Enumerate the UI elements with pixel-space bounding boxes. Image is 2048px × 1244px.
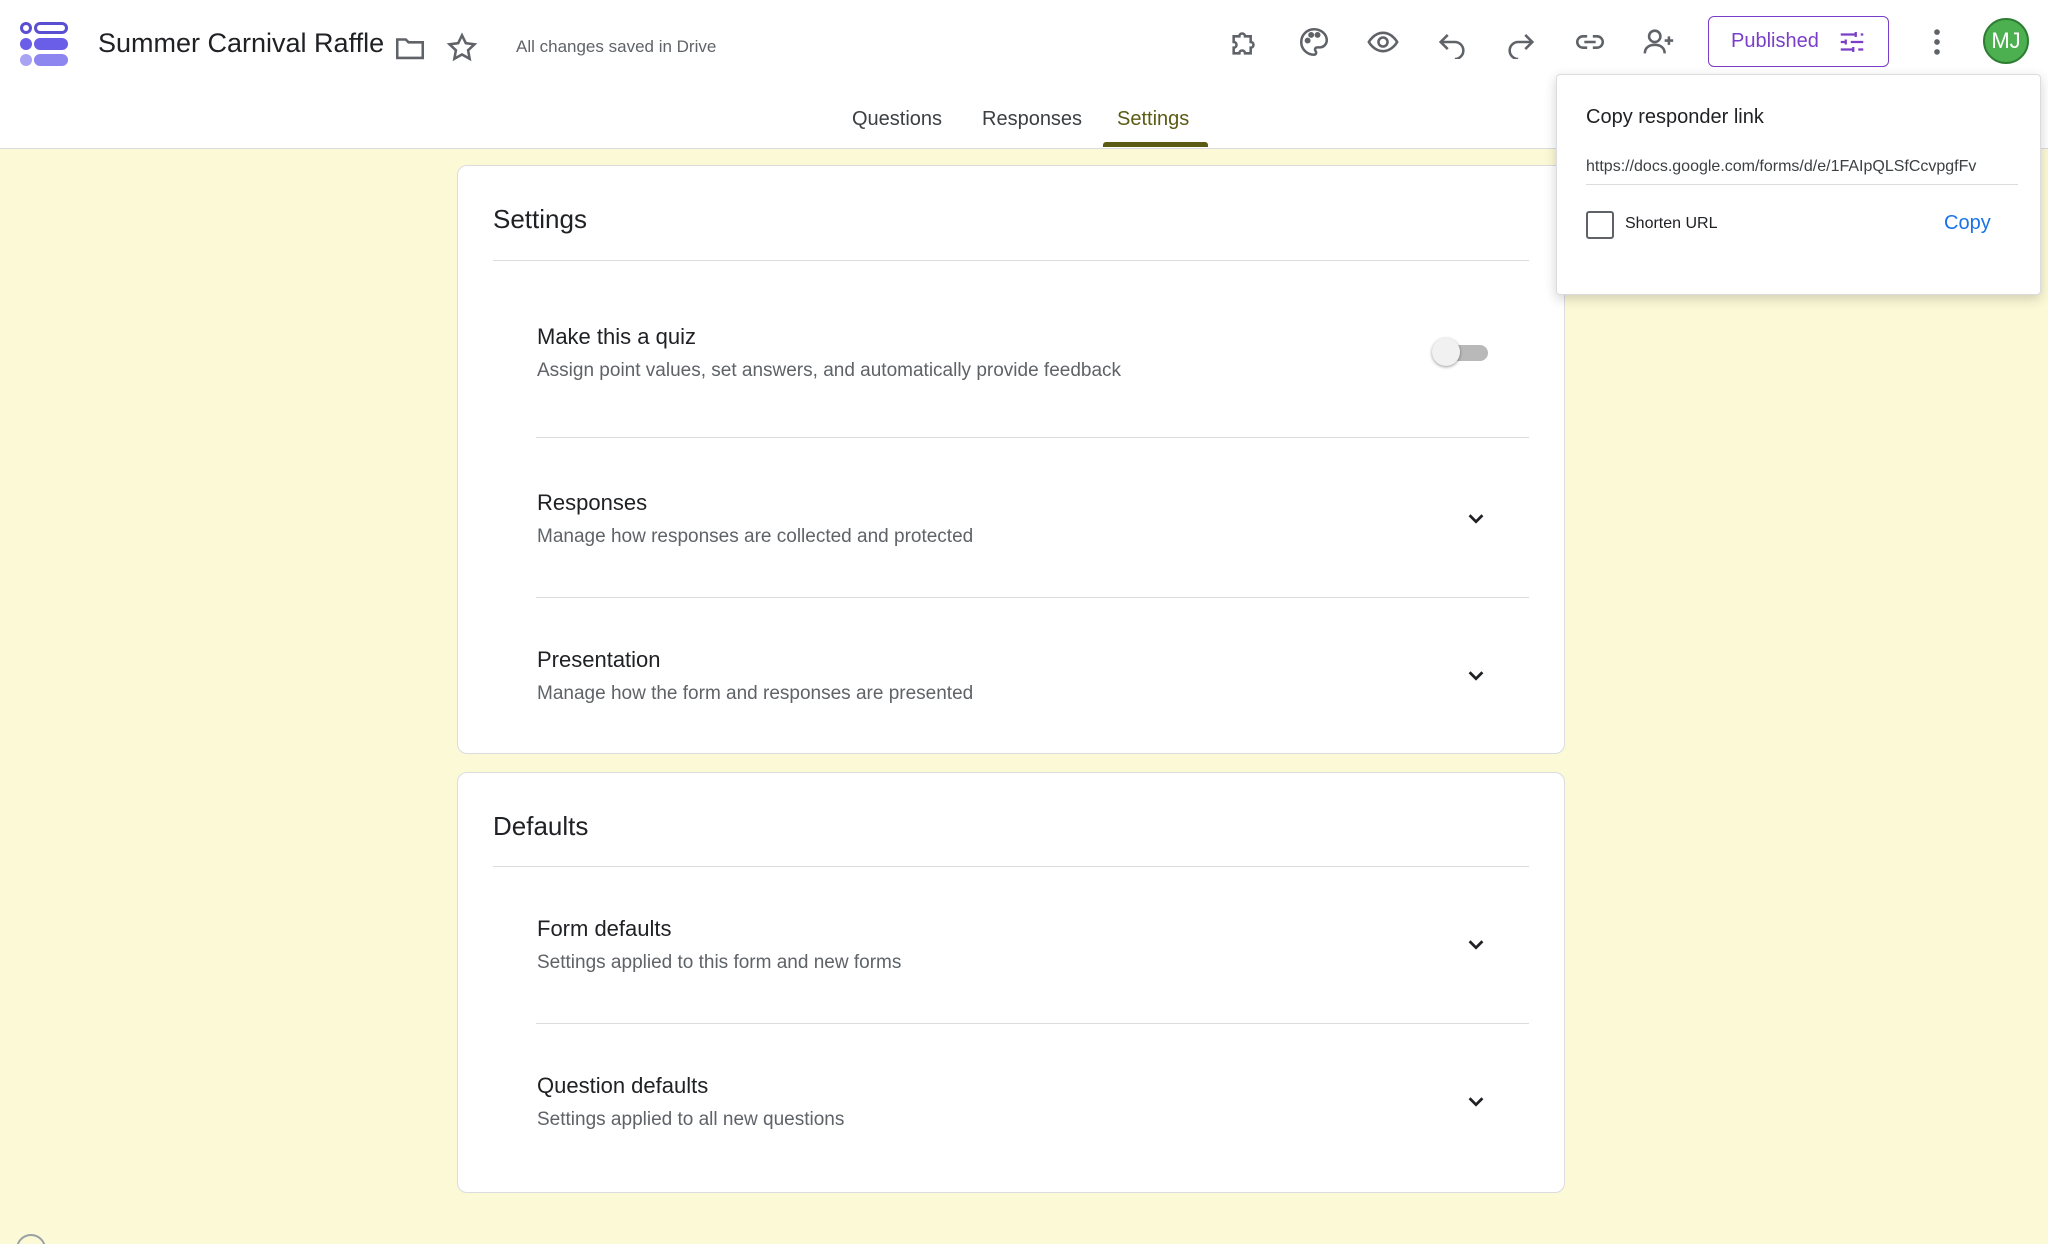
form-defaults-row-title: Form defaults	[537, 916, 672, 941]
avatar[interactable]: MJ	[1983, 18, 2029, 64]
shorten-url-label: Shorten URL	[1625, 215, 1718, 232]
tab-responses[interactable]: Responses	[982, 108, 1082, 131]
copy-button[interactable]: Copy	[1944, 212, 1991, 235]
forms-logo-icon[interactable]	[20, 20, 70, 70]
settings-card-title: Settings	[493, 204, 587, 234]
folder-icon[interactable]	[388, 26, 432, 70]
form-defaults-row-subtitle: Settings applied to this form and new fo…	[537, 952, 902, 973]
responder-link-field[interactable]: https://docs.google.com/forms/d/e/1FAIpQ…	[1586, 158, 2018, 185]
divider	[493, 260, 1529, 261]
tune-sliders-icon	[1840, 31, 1864, 52]
divider	[493, 866, 1529, 867]
chevron-down-icon[interactable]	[1456, 924, 1496, 964]
responses-row-subtitle: Manage how responses are collected and p…	[537, 526, 974, 547]
undo-icon[interactable]	[1430, 20, 1474, 64]
question-defaults-row-subtitle: Settings applied to all new questions	[537, 1109, 845, 1130]
chevron-down-icon[interactable]	[1456, 1081, 1496, 1121]
redo-icon[interactable]	[1499, 20, 1543, 64]
document-title[interactable]: Summer Carnival Raffle	[98, 28, 384, 59]
presentation-row-subtitle: Manage how the form and responses are pr…	[537, 683, 974, 704]
popup-title: Copy responder link	[1586, 106, 1764, 128]
settings-card: Settings Make this a quiz Assign point v…	[457, 165, 1565, 754]
divider	[536, 1023, 1529, 1024]
divider	[536, 437, 1529, 438]
add-collaborator-icon[interactable]	[1637, 20, 1681, 64]
save-status: All changes saved in Drive	[516, 37, 717, 56]
palette-icon[interactable]	[1292, 20, 1336, 64]
copy-link-popup: Copy responder link https://docs.google.…	[1556, 74, 2041, 295]
preview-eye-icon[interactable]	[1361, 20, 1405, 64]
chevron-down-icon[interactable]	[1456, 655, 1496, 695]
defaults-card: Defaults Form defaults Settings applied …	[457, 772, 1565, 1193]
defaults-card-title: Defaults	[493, 811, 589, 841]
tab-questions[interactable]: Questions	[852, 108, 942, 131]
divider	[536, 597, 1529, 598]
link-icon[interactable]	[1568, 20, 1612, 64]
presentation-row-title: Presentation	[537, 647, 661, 672]
quiz-toggle[interactable]	[1432, 336, 1492, 368]
question-defaults-row-title: Question defaults	[537, 1073, 709, 1098]
responses-row-title: Responses	[537, 490, 648, 515]
published-button[interactable]: Published	[1708, 16, 1889, 67]
tab-settings[interactable]: Settings	[1117, 108, 1189, 131]
addon-puzzle-icon[interactable]	[1223, 20, 1267, 64]
quiz-row-subtitle: Assign point values, set answers, and au…	[537, 360, 1122, 381]
chevron-down-icon[interactable]	[1456, 498, 1496, 538]
shorten-url-checkbox[interactable]	[1586, 211, 1614, 239]
quiz-row-title: Make this a quiz	[537, 324, 696, 349]
more-vert-icon[interactable]	[1915, 20, 1959, 64]
tab-active-indicator	[1103, 142, 1208, 147]
star-icon[interactable]	[440, 26, 484, 70]
toggle-thumb	[1432, 338, 1460, 366]
published-label: Published	[1731, 30, 1819, 52]
help-icon[interactable]	[16, 1234, 46, 1244]
